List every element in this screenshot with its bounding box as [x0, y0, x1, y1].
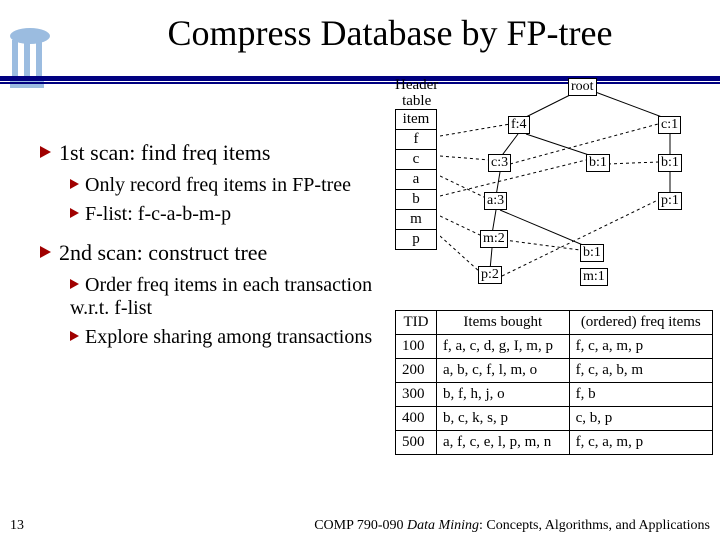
- tree-node: p:1: [658, 192, 682, 210]
- bullet-icon: [70, 208, 79, 218]
- tree-node: p:2: [478, 266, 502, 284]
- bullet-1-2: F-list: f-c-a-b-m-p: [85, 203, 231, 225]
- tree-node: c:3: [488, 154, 511, 172]
- page-number: 13: [10, 518, 24, 534]
- bullet-1: 1st scan: find freq items: [59, 140, 270, 165]
- tree-node: m:2: [480, 230, 508, 248]
- tree-node: c:1: [658, 116, 681, 134]
- th-items: Items bought: [436, 311, 569, 335]
- table-row: 100f, a, c, d, g, I, m, pf, c, a, m, p: [396, 335, 713, 359]
- footer-rest: : Concepts, Algorithms, and Applications: [479, 518, 710, 533]
- transaction-table: TID Items bought (ordered) freq items 10…: [395, 310, 713, 455]
- table-row: 400b, c, k, s, pc, b, p: [396, 407, 713, 431]
- header-table-item: b: [395, 189, 437, 210]
- header-table-item: p: [395, 229, 437, 250]
- footer: COMP 790-090 Data Mining: Concepts, Algo…: [314, 518, 710, 534]
- bullet-icon: [70, 279, 79, 289]
- bullet-2-2: Explore sharing among transactions: [85, 326, 372, 348]
- header-table-item: f: [395, 129, 437, 150]
- bullet-icon: [40, 146, 51, 158]
- header-table-item: c: [395, 149, 437, 170]
- bullet-2-1: Order freq items in each transaction w.r…: [70, 274, 372, 319]
- table-row: 200a, b, c, f, l, m, of, c, a, b, m: [396, 359, 713, 383]
- header-table-item: a: [395, 169, 437, 190]
- bullet-2: 2nd scan: construct tree: [59, 240, 267, 265]
- header-table: Headertable item f c a b m p: [395, 78, 438, 250]
- header-table-title-2: table: [402, 93, 431, 109]
- bullet-icon: [40, 246, 51, 258]
- th-tid: TID: [396, 311, 437, 335]
- header-table-col: item: [395, 109, 437, 130]
- fp-tree: root f:4 c:3 b:1 a:3 m:2 b:1 p:2 m:1 c:1…: [440, 76, 720, 296]
- th-ordered: (ordered) freq items: [569, 311, 712, 335]
- tree-node: b:1: [580, 244, 604, 262]
- tree-node: a:3: [484, 192, 507, 210]
- bullet-1-1: Only record freq items in FP-tree: [85, 174, 351, 196]
- header-table-title-1: Header: [395, 77, 438, 93]
- footer-course: COMP 790-090: [314, 518, 407, 533]
- tree-node: b:1: [658, 154, 682, 172]
- tree-edges: [440, 76, 720, 296]
- header-table-item: m: [395, 209, 437, 230]
- table-row: 500a, f, c, e, l, p, m, nf, c, a, m, p: [396, 431, 713, 455]
- footer-em: Data Mining: [407, 518, 479, 533]
- bullet-icon: [70, 179, 79, 189]
- bullet-icon: [70, 331, 79, 341]
- tree-node: m:1: [580, 268, 608, 286]
- tree-node: f:4: [508, 116, 530, 134]
- slide-title: Compress Database by FP-tree: [0, 0, 720, 58]
- tree-node: b:1: [586, 154, 610, 172]
- bullet-list: 1st scan: find freq items Only record fr…: [40, 130, 390, 355]
- table-row: 300b, f, h, j, of, b: [396, 383, 713, 407]
- tree-node-root: root: [568, 78, 597, 96]
